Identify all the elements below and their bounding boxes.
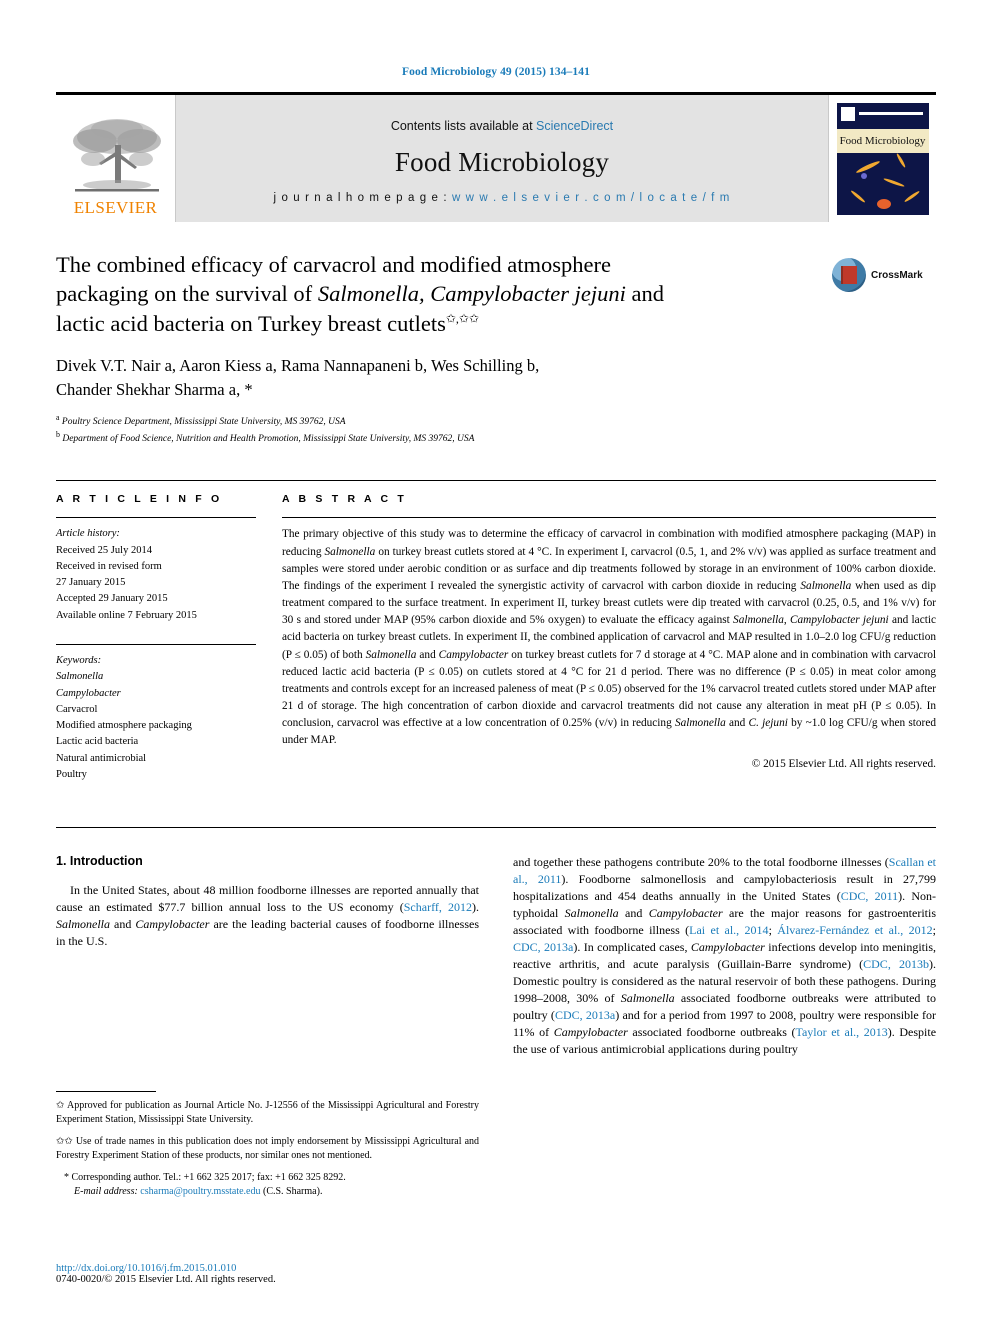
crossmark-label: CrossMark: [871, 269, 923, 281]
email-owner: (C.S. Sharma).: [263, 1185, 323, 1197]
footnote-3-mark: *: [64, 1171, 69, 1183]
intro-paragraph-right: and together these pathogens contribute …: [513, 855, 937, 1057]
crossmark-icon: [832, 258, 866, 292]
journal-cover-thumbnail: Food Microbiology: [828, 95, 936, 222]
article-info-heading: A R T I C L E I N F O: [56, 493, 223, 506]
corresponding-author-email-link[interactable]: csharma@poultry.msstate.edu: [140, 1186, 260, 1197]
abstract-heading: A B S T R A C T: [282, 493, 407, 506]
footnote-rule: [56, 1090, 156, 1092]
affiliation-b: b Department of Food Science, Nutrition …: [56, 430, 475, 445]
footnotes-block: ✩ Approved for publication as Journal Ar…: [56, 1090, 479, 1207]
section-heading-introduction: 1. Introduction: [56, 854, 143, 869]
cover-image: Food Microbiology: [836, 102, 929, 215]
abstract-copyright: © 2015 Elsevier Ltd. All rights reserved…: [751, 758, 936, 771]
homepage-label: j o u r n a l h o m e p a g e :: [273, 192, 448, 204]
footnote-2-text: Use of trade names in this publication d…: [56, 1135, 480, 1161]
footnote-1-text: Approved for publication as Journal Arti…: [56, 1099, 479, 1125]
contents-label: Contents lists available at: [390, 119, 533, 133]
footnote-2-mark: ✩✩: [56, 1135, 73, 1147]
article-page: Food Microbiology 49 (2015) 134–141 ELSE…: [0, 0, 992, 1323]
history-item: Received 25 July 2014: [56, 544, 152, 556]
keyword-item: Campylobacter: [56, 687, 121, 699]
body-column-right: and together these pathogens contribute …: [513, 854, 936, 1058]
body-columns: 1. Introduction In the United States, ab…: [56, 827, 936, 1197]
doi-link[interactable]: http://dx.doi.org/10.1016/j.fm.2015.01.0…: [56, 1263, 476, 1274]
homepage-url[interactable]: w w w . e l s e v i e r . c o m / l o c …: [452, 192, 731, 204]
cover-rule: [858, 111, 923, 115]
info-abstract-section: A R T I C L E I N F O Article history: R…: [56, 480, 936, 783]
history-item: Received in revised form: [56, 560, 162, 572]
abstract-text: The primary objective of this study was …: [282, 528, 937, 747]
crossmark-badge[interactable]: CrossMark: [832, 254, 936, 296]
keyword-item: Natural antimicrobial: [56, 752, 147, 764]
journal-title: Food Microbiology: [394, 147, 610, 177]
intro-paragraph-left: In the United States, about 48 million f…: [56, 883, 480, 949]
keyword-item: Modified atmosphere packaging: [56, 720, 192, 732]
email-label: E-mail address:: [74, 1185, 138, 1197]
keyword-item: Poultry: [56, 768, 87, 780]
elsevier-wordmark: ELSEVIER: [73, 198, 158, 217]
title-line-3: lactic acid bacteria on Turkey breast cu…: [56, 310, 446, 336]
abstract-column: A B S T R A C T The primary objective of…: [282, 493, 936, 783]
affiliation-b-text: Department of Food Science, Nutrition an…: [62, 434, 475, 445]
history-item: Accepted 29 January 2015: [56, 593, 168, 605]
author-list: Divek V.T. Nair a, Aaron Kiess a, Rama N…: [56, 354, 936, 402]
article-info-column: A R T I C L E I N F O Article history: R…: [56, 493, 256, 783]
elsevier-logo: ELSEVIER: [56, 95, 176, 222]
cover-title: Food Microbiology: [836, 128, 929, 153]
footnote-3: * Corresponding author. Tel.: +1 662 325…: [56, 1171, 479, 1199]
history-item: Available online 7 February 2015: [56, 609, 197, 621]
elsevier-tree-icon: [72, 119, 161, 192]
contents-line: Contents lists available at ScienceDirec…: [391, 119, 613, 133]
cover-publisher-mark: [840, 106, 855, 121]
affiliation-a: a Poultry Science Department, Mississipp…: [56, 412, 346, 427]
issn-copyright: 0740-0020/© 2015 Elsevier Ltd. All right…: [56, 1274, 276, 1285]
article-history: Article history: Received 25 July 2014 R…: [56, 526, 256, 624]
title-line-2-suffix: and: [625, 281, 665, 307]
keyword-item: Lactic acid bacteria: [56, 736, 139, 748]
history-item: 27 January 2015: [56, 577, 126, 589]
keyword-item: Carvacrol: [56, 703, 98, 715]
body-column-left: 1. Introduction In the United States, ab…: [56, 854, 479, 1058]
masthead-center: Contents lists available at ScienceDirec…: [176, 95, 828, 222]
article-history-label: Article history:: [56, 528, 120, 540]
footnote-1: ✩ Approved for publication as Journal Ar…: [56, 1099, 479, 1127]
sciencedirect-link[interactable]: ScienceDirect: [536, 119, 613, 133]
keywords-rule: [56, 644, 256, 645]
title-species-names: Salmonella, Campylobacter jejuni: [317, 281, 626, 307]
keyword-item: Salmonella: [56, 671, 104, 683]
keywords-block: Keywords: Salmonella Campylobacter Carva…: [56, 653, 256, 783]
page-title: The combined efficacy of carvacrol and m…: [56, 250, 936, 338]
authors-line-2: Chander Shekhar Sharma a, *: [56, 379, 253, 399]
bottom-identifiers: http://dx.doi.org/10.1016/j.fm.2015.01.0…: [56, 1263, 476, 1285]
footnote-3-text: Corresponding author. Tel.: +1 662 325 2…: [71, 1171, 346, 1183]
running-head: Food Microbiology 49 (2015) 134–141: [402, 66, 590, 78]
abstract-rule: [282, 517, 936, 519]
affiliation-a-text: Poultry Science Department, Mississippi …: [61, 416, 346, 427]
title-footnote-marks: ✩,✩✩: [445, 311, 480, 325]
journal-homepage-line: j o u r n a l h o m e p a g e : w w w . …: [274, 192, 731, 204]
title-line-2-prefix: packaging on the survival of: [56, 281, 318, 307]
footnote-2: ✩✩ Use of trade names in this publicatio…: [56, 1135, 479, 1163]
footnote-1-mark: ✩: [56, 1099, 65, 1111]
journal-masthead: ELSEVIER Contents lists available at Sci…: [56, 92, 936, 222]
affiliations: a Poultry Science Department, Mississipp…: [56, 412, 936, 447]
title-block: The combined efficacy of carvacrol and m…: [56, 250, 936, 338]
keywords-label: Keywords:: [56, 655, 102, 666]
authors-line-1: Divek V.T. Nair a, Aaron Kiess a, Rama N…: [56, 355, 540, 375]
article-info-rule: [56, 517, 256, 519]
title-line-1: The combined efficacy of carvacrol and m…: [56, 252, 611, 277]
